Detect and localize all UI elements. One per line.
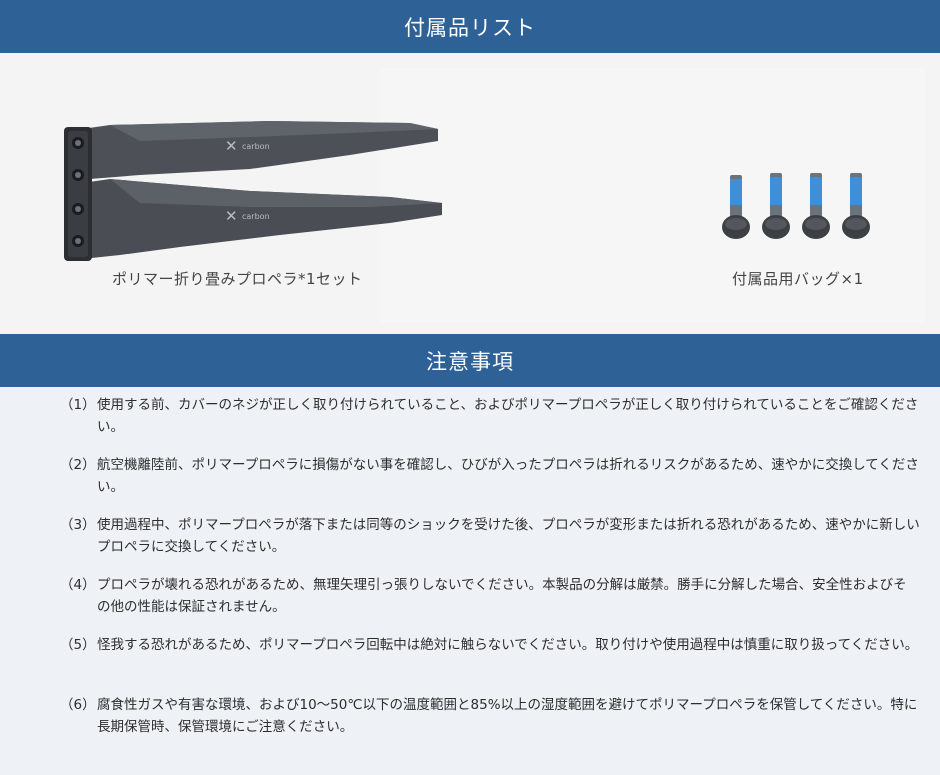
folding-propeller-image: ✕ carbon ✕ carbon <box>64 121 442 261</box>
screw-4 <box>842 173 870 239</box>
precaution-number: （2） <box>60 457 96 473</box>
precaution-item-5: （5） 怪我する恐れがあるため、ポリマープロペラ回転中は絶対に触らないでください… <box>60 635 920 695</box>
screw-1 <box>722 175 750 239</box>
propeller-caption: ポリマー折り畳みプロペラ*1セット <box>112 270 363 288</box>
precaution-number: （3） <box>60 517 96 533</box>
precaution-text: 腐食性ガスや有害な環境、および10～50℃以下の温度範囲と85%以上の湿度範囲を… <box>97 697 918 735</box>
logo-mark-lower: ✕ <box>225 207 238 225</box>
precaution-text: 使用過程中、ポリマープロペラが落下または同等のショックを受けた後、プロペラが変形… <box>97 517 920 555</box>
accessory-list-banner: 付属品リスト <box>0 0 940 53</box>
precautions-title: 注意事項 <box>426 349 514 374</box>
screws-image <box>722 173 870 239</box>
precautions-list: （1） 使用する前、カバーのネジが正しく取り付けられていること、およびポリマープ… <box>60 395 920 755</box>
precaution-text: プロペラが壊れる恐れがあるため、無理矢理引っ張りしないでください。本製品の分解は… <box>97 577 907 615</box>
screw-3 <box>802 173 830 239</box>
screw-2 <box>762 173 790 239</box>
precaution-text: 航空機離陸前、ポリマープロペラに損傷がない事を確認し、ひびが入ったプロペラは折れ… <box>97 457 919 495</box>
logo-text-upper: carbon <box>242 142 270 151</box>
precautions-banner: 注意事項 <box>0 334 940 387</box>
accessory-list-title: 付属品リスト <box>404 15 536 40</box>
bag-caption: 付属品用バッグ×1 <box>732 270 864 288</box>
logo-text-lower: carbon <box>242 212 270 221</box>
precaution-number: （4） <box>60 577 96 593</box>
precaution-item-3: （3） 使用過程中、ポリマープロペラが落下または同等のショックを受けた後、プロペ… <box>60 515 920 575</box>
precaution-item-1: （1） 使用する前、カバーのネジが正しく取り付けられていること、およびポリマープ… <box>60 395 920 455</box>
precaution-text: 使用する前、カバーのネジが正しく取り付けられていること、およびポリマープロペラが… <box>97 397 919 435</box>
precaution-item-4: （4） プロペラが壊れる恐れがあるため、無理矢理引っ張りしないでください。本製品… <box>60 575 920 635</box>
accessory-panel: ✕ carbon ✕ carbon ポリマー折り畳みプロペラ*1セット 付属品用… <box>0 53 940 334</box>
precaution-number: （5） <box>60 637 96 653</box>
precaution-number: （6） <box>60 697 96 713</box>
precaution-number: （1） <box>60 397 96 413</box>
precaution-item-2: （2） 航空機離陸前、ポリマープロペラに損傷がない事を確認し、ひびが入ったプロペ… <box>60 455 920 515</box>
logo-mark-upper: ✕ <box>225 137 238 155</box>
precaution-item-6: （6） 腐食性ガスや有害な環境、および10～50℃以下の温度範囲と85%以上の湿… <box>60 695 920 755</box>
precaution-text: 怪我する恐れがあるため、ポリマープロペラ回転中は絶対に触らないでください。取り付… <box>97 637 919 653</box>
